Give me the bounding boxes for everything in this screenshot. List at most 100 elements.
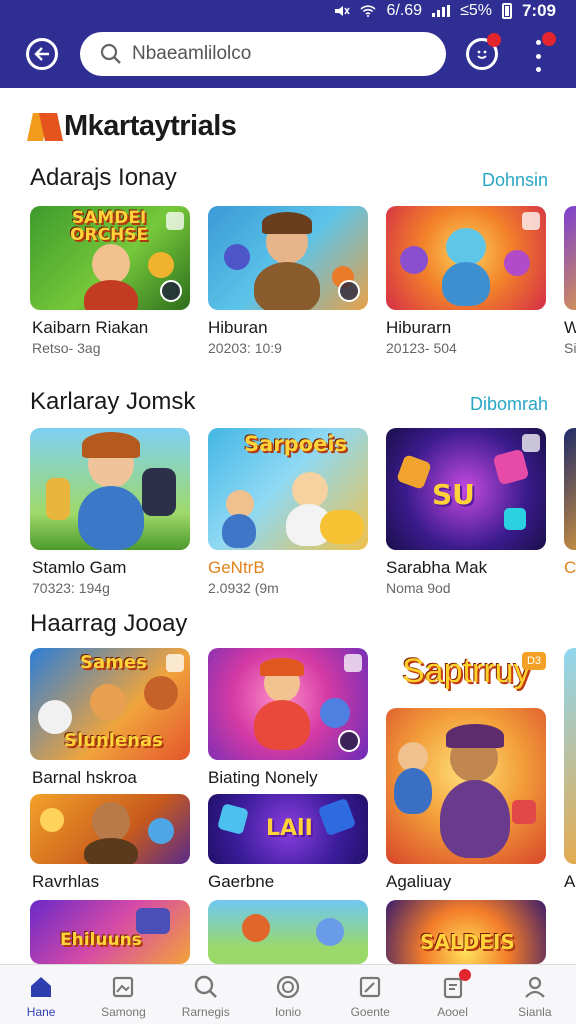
search-input[interactable] (132, 43, 412, 65)
game-thumbnail[interactable]: SALDEIS (386, 900, 546, 964)
nav-label: Samong (101, 1005, 146, 1019)
item-decoration (142, 468, 176, 516)
featured-art-text: Saptrruy (402, 652, 531, 690)
game-title[interactable]: Agaliuay (386, 872, 451, 892)
game-thumbnail[interactable]: Sames Slunlenas (30, 648, 190, 760)
cube-decoration (217, 803, 249, 835)
brand-logo-icon (27, 112, 63, 141)
nav-home[interactable]: Hane (0, 965, 82, 1024)
thumbnail-badge (166, 654, 184, 672)
see-more-link[interactable]: Dohnsin (482, 170, 548, 191)
thumbnail-badge (522, 212, 540, 230)
cube-decoration (492, 448, 530, 486)
thumbnail-art-text: SU (432, 478, 475, 511)
search-icon (194, 975, 217, 998)
character-body (84, 280, 138, 310)
game-subtitle: 20203: 10:9 (208, 340, 282, 356)
character-body (222, 514, 256, 548)
nav-label: Hane (26, 1005, 56, 1019)
search-icon (100, 43, 121, 64)
status-time: 7:09 (521, 1, 556, 20)
game-thumbnail[interactable] (30, 428, 190, 550)
nav-ionio[interactable]: Ionio (247, 965, 329, 1024)
character-body (78, 486, 144, 550)
nav-goente[interactable]: Goente (329, 965, 411, 1024)
character-head (316, 918, 344, 946)
game-thumbnail[interactable] (208, 648, 368, 760)
game-thumbnail[interactable]: LAlI (208, 794, 368, 864)
character-hair (260, 658, 304, 676)
character-body (442, 262, 490, 306)
game-title[interactable]: A (564, 872, 575, 892)
game-title[interactable]: Kaibarn Riakan (32, 318, 148, 338)
notification-dot (487, 33, 501, 47)
circle-icon (276, 975, 300, 999)
nav-profile[interactable]: Sianla (494, 965, 576, 1024)
game-title[interactable]: Ravrhlas (32, 872, 99, 892)
game-title[interactable]: Gaerbne (208, 872, 274, 892)
game-thumbnail[interactable]: Ehiluuns (30, 900, 190, 964)
game-title[interactable]: Sarabha Mak (386, 558, 487, 578)
game-icon (160, 280, 182, 302)
game-thumbnail[interactable]: Sarpoeis (208, 428, 368, 550)
back-button[interactable] (26, 38, 58, 70)
game-thumbnail[interactable]: SAMDEI ORCHSE (30, 206, 190, 310)
character-head (144, 676, 178, 710)
more-dot (535, 67, 541, 72)
game-title[interactable]: W (564, 318, 576, 338)
character-body (440, 780, 510, 858)
game-thumbnail[interactable] (564, 648, 576, 864)
nav-samong[interactable]: Samong (82, 965, 164, 1024)
status-bar: 6/.69 ≤5% 7:09 (334, 0, 556, 22)
game-thumbnail[interactable] (208, 900, 368, 964)
game-thumbnail[interactable] (386, 708, 546, 864)
cube-decoration (396, 454, 432, 490)
game-title[interactable]: Hiburarn (386, 318, 451, 338)
character-head (92, 802, 130, 842)
game-title[interactable]: Hiburan (208, 318, 268, 338)
game-title[interactable]: GeNtrB (208, 558, 265, 578)
section-title: Adarajs Ionay (30, 164, 177, 191)
signal-icon (432, 5, 451, 17)
game-thumbnail[interactable] (30, 794, 190, 864)
game-thumbnail[interactable] (208, 206, 368, 310)
game-icon (338, 730, 360, 752)
game-thumbnail[interactable] (564, 428, 576, 550)
more-options-button[interactable] (528, 32, 556, 72)
nav-search[interactable]: Rarnegis (165, 965, 247, 1024)
notification-dot (458, 969, 471, 981)
wifi-icon (360, 5, 377, 17)
character-head (292, 472, 328, 508)
cube-decoration (512, 800, 536, 824)
status-battery-text: ≤5% (460, 2, 492, 19)
thumbnail-art-text: Ehiluuns (60, 930, 142, 950)
thumbnail-art-text: LAlI (266, 816, 313, 841)
more-dot (535, 53, 541, 59)
smiley-icon (477, 50, 487, 59)
creature-decoration (400, 246, 428, 274)
thumbnail-art-text: SALDEIS (420, 930, 515, 954)
game-thumbnail[interactable] (386, 206, 546, 310)
thumbnail-art-text: Slunlenas (64, 730, 163, 751)
game-title[interactable]: Barnal hskroa (32, 768, 137, 788)
nav-aooel[interactable]: Aooel (411, 965, 493, 1024)
featured-badge: D3 (522, 652, 546, 670)
see-more-link[interactable]: Dibomrah (470, 394, 548, 415)
character-head (92, 244, 130, 284)
character-head (446, 228, 486, 266)
search-bar[interactable] (80, 32, 446, 76)
game-title[interactable]: Biating Nonely (208, 768, 318, 788)
game-thumbnail[interactable]: SU (386, 428, 546, 550)
nav-label: Aooel (437, 1005, 468, 1019)
character-hair (262, 212, 312, 234)
thumbnail-art-text: Sarpoeis (244, 432, 348, 456)
profile-button[interactable] (466, 33, 501, 70)
brand-header: Mkartaytrials (27, 110, 237, 143)
top-app-bar: 6/.69 ≤5% 7:09 (0, 0, 576, 88)
game-thumbnail[interactable] (564, 206, 576, 310)
game-title[interactable]: C (564, 558, 576, 578)
game-subtitle: 2.0932 (9m (208, 580, 279, 596)
thumbnail-badge (522, 434, 540, 452)
game-title[interactable]: Stamlo Gam (32, 558, 126, 578)
character-head (242, 914, 270, 942)
